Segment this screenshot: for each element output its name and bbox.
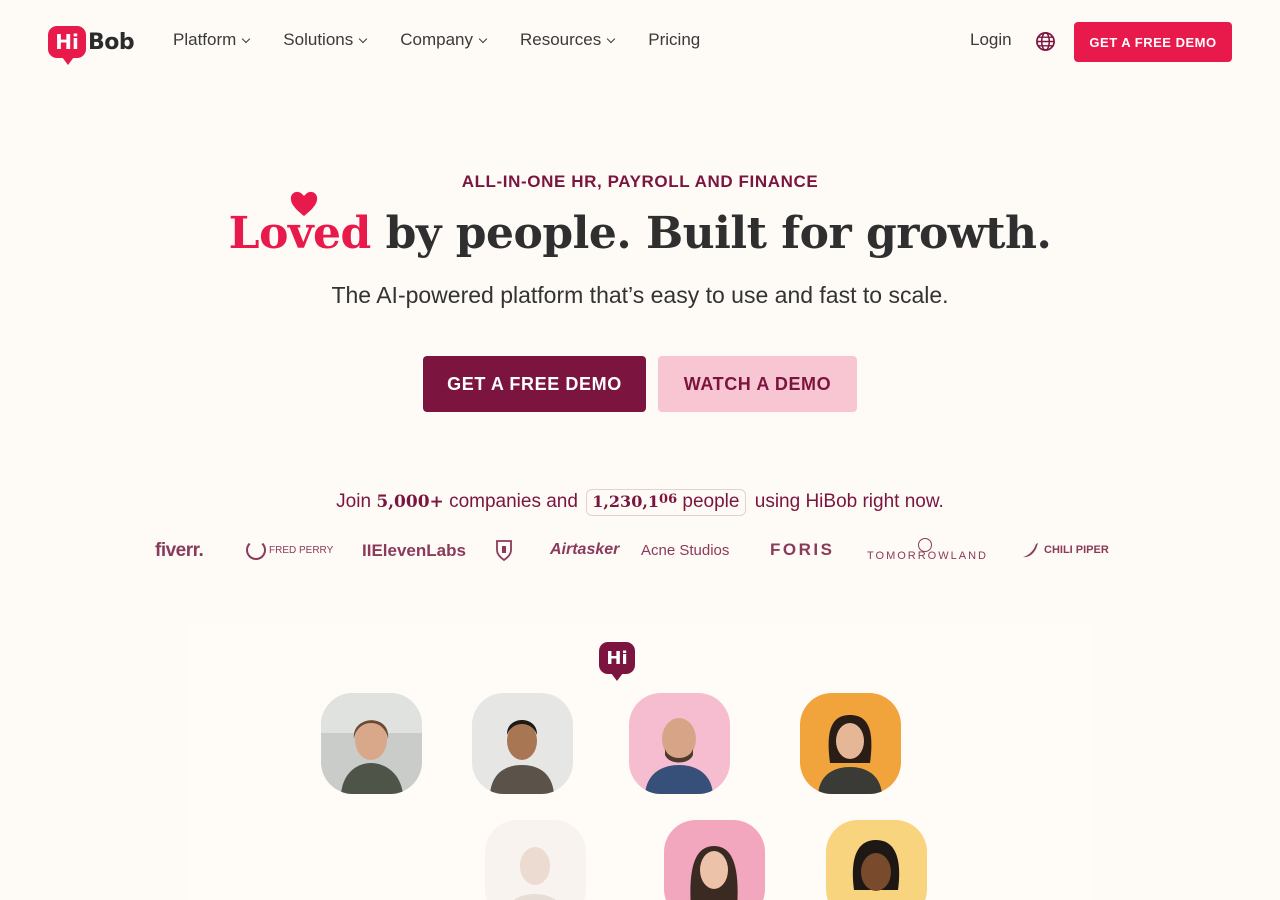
logo-wordmark: Bob [88, 29, 135, 55]
menu-item-label: Solutions [283, 30, 354, 49]
tomorrowland-logo: TOMORROWLAND [867, 550, 988, 562]
person-avatar [485, 820, 586, 900]
login-link[interactable]: Login [970, 30, 1012, 50]
person-avatar [800, 693, 901, 794]
people-label: people [682, 491, 740, 512]
elevenlabs-logo: IIElevenLabs [362, 541, 466, 560]
people-count: 1,230,1 [592, 492, 660, 511]
nav-get-demo-button[interactable]: GET A FREE DEMO [1074, 22, 1232, 62]
chevron-down-icon [242, 34, 251, 43]
menu-item-label: Resources [520, 30, 602, 49]
hero-headline: Loved by people. Built for growth. [0, 208, 1280, 259]
menu-item-pricing[interactable]: Pricing [648, 30, 700, 50]
menu-item-label: Platform [173, 30, 237, 49]
people-count-rolling-digits: 06 [659, 492, 678, 507]
hibob-logo[interactable]: Hi Bob [48, 24, 135, 65]
person-avatar [321, 693, 422, 794]
fred-perry-text: FRED PERRY [269, 544, 334, 556]
companies-count: 5,000+ [376, 492, 444, 512]
menu-item-label: Pricing [648, 30, 701, 49]
chevron-down-icon [358, 34, 368, 43]
get-free-demo-button[interactable]: GET A FREE DEMO [423, 356, 646, 412]
menu-item-label: Company [400, 30, 473, 49]
logo-hi-bubble: Hi [48, 26, 86, 65]
social-proof-prefix: Join [336, 491, 377, 512]
customer-logos: fiverr. FRED PERRY IIElevenLabs Airtaske… [150, 536, 1130, 566]
headline-rest: by people. Built for growth. [370, 208, 1052, 259]
fred-perry-logo: FRED PERRY [246, 540, 333, 560]
menu-item-company[interactable]: Company [400, 30, 488, 50]
chevron-down-icon [607, 34, 616, 43]
hero-subhead: The AI-powered platform that’s easy to u… [331, 282, 949, 308]
airtasker-logo: Airtasker [550, 541, 620, 558]
main-menu: Platform Solutions Company Resources Pri… [173, 30, 734, 50]
chili-piper-text: CHILI PIPER [1044, 544, 1109, 556]
globe-icon[interactable] [1035, 31, 1056, 52]
top-navigation: Hi Bob Platform Solutions Company Resour… [0, 0, 1280, 82]
chili-pepper-icon [1023, 543, 1038, 558]
person-avatar [472, 693, 573, 794]
menu-item-resources[interactable]: Resources [520, 30, 616, 50]
watch-demo-button[interactable]: WATCH A DEMO [658, 356, 857, 412]
person-avatar [629, 693, 730, 794]
person-avatar [826, 820, 927, 900]
social-proof-suffix: using HiBob right now. [749, 491, 944, 512]
people-counter: 1,230,106 people [586, 489, 747, 516]
person-avatar [664, 820, 765, 900]
chevron-down-icon [478, 34, 488, 43]
hero-eyebrow: ALL-IN-ONE HR, PAYROLL AND FINANCE [461, 172, 819, 191]
acne-studios-logo: Acne Studios [641, 542, 730, 559]
menu-item-platform[interactable]: Platform [173, 30, 251, 50]
laurel-wreath-icon [246, 540, 266, 560]
headline-accent: Loved [228, 208, 372, 259]
social-proof-line: Join 5,000+ companies and 1,230,106 peop… [0, 489, 1280, 516]
fiverr-logo: fiverr. [155, 540, 204, 561]
fulham-crest-icon [496, 540, 512, 561]
menu-item-solutions[interactable]: Solutions [283, 30, 368, 50]
foris-logo: FORIS [770, 540, 835, 559]
social-proof-middle: companies and [443, 491, 584, 512]
chili-piper-logo: CHILI PIPER [1020, 540, 1109, 560]
hi-badge: Hi [599, 642, 635, 681]
